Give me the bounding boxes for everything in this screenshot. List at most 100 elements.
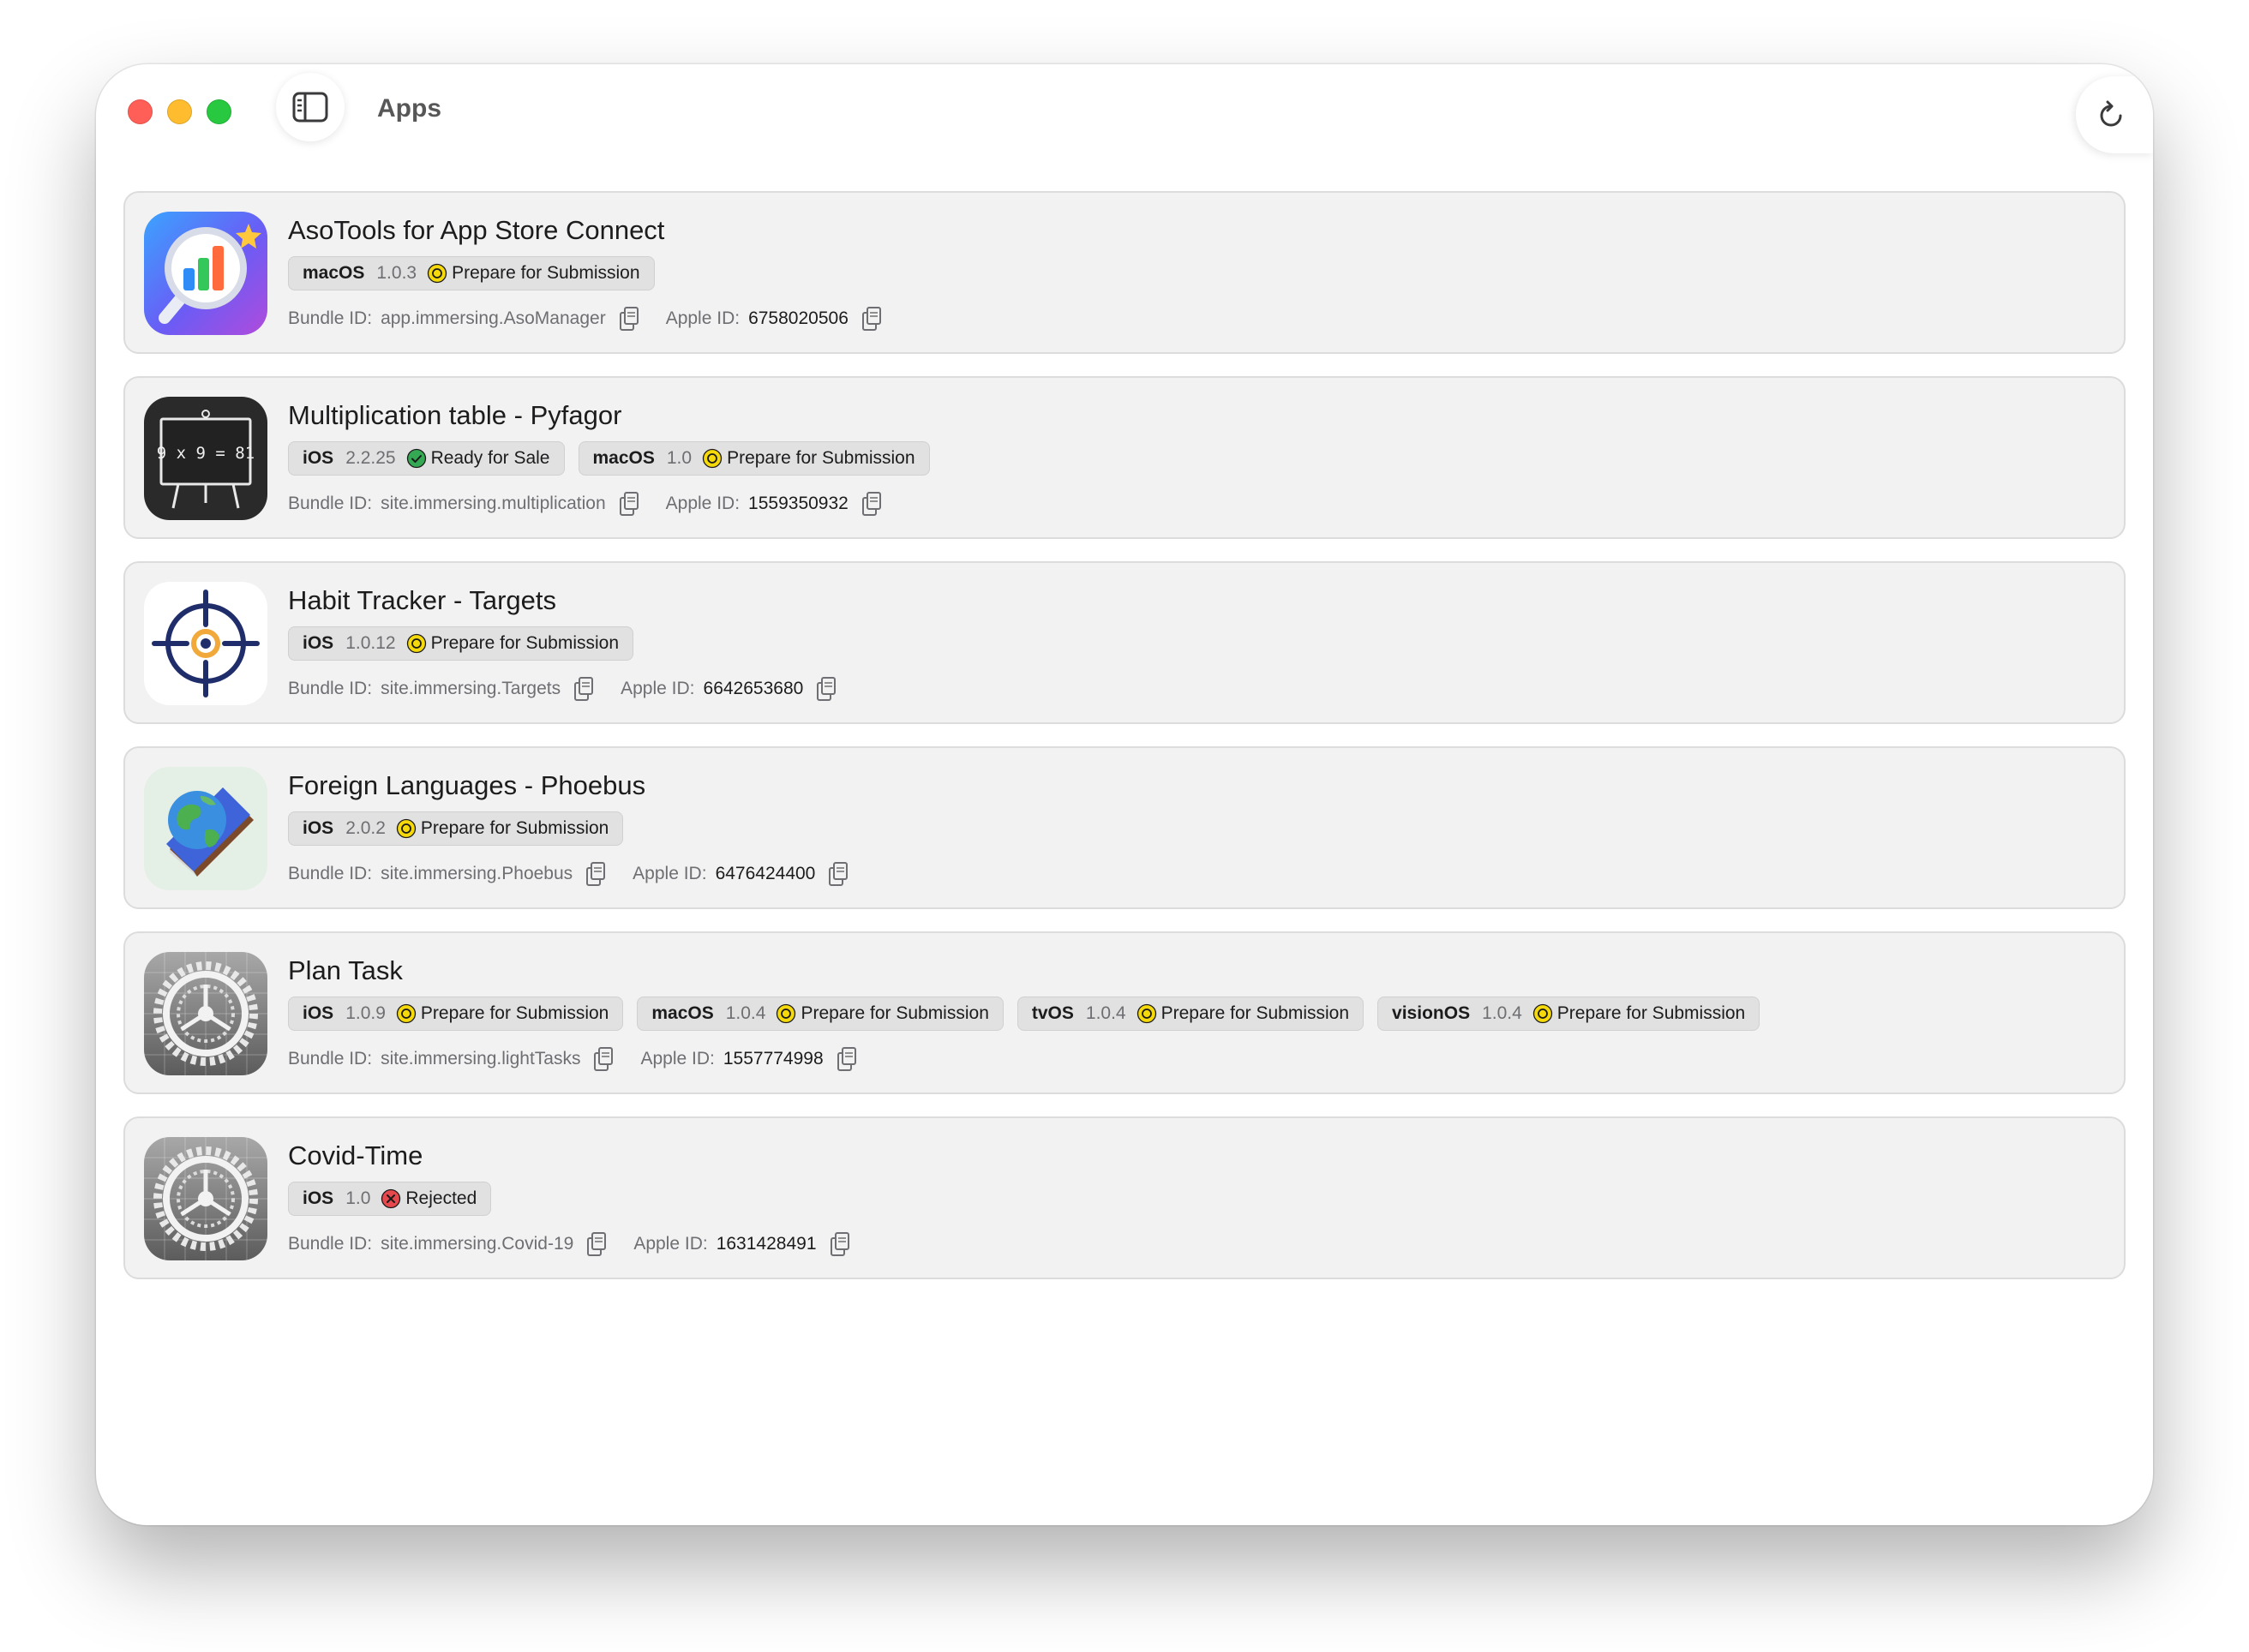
platform-name: iOS (303, 818, 334, 838)
status-label: Rejected (405, 1188, 477, 1208)
copy-apple-id-icon[interactable] (815, 676, 837, 702)
bundle-id-value: site.immersing.Covid-19 (381, 1234, 574, 1254)
platform-name: macOS (651, 1003, 714, 1023)
apple-id-label: Apple ID: (621, 679, 695, 698)
asotools-icon (144, 212, 267, 335)
globe-book-icon (144, 767, 267, 890)
version-label: 1.0.4 (1482, 1003, 1522, 1023)
status-prepare-icon (1532, 1003, 1553, 1024)
bundle-id-value: site.immersing.Phoebus (381, 864, 573, 883)
status-prepare-icon (776, 1003, 796, 1024)
minimize-window-button[interactable] (167, 99, 192, 124)
platform-chip[interactable]: visionOS 1.0.4 Prepare for Submission (1377, 997, 1760, 1031)
platform-list: iOS 1.0 Rejected (288, 1182, 492, 1216)
version-label: 2.0.2 (345, 818, 386, 838)
platform-chip[interactable]: iOS 2.2.25 Ready for Sale (288, 441, 565, 476)
status-prepare-icon (396, 818, 417, 839)
status-rejected-icon (381, 1188, 401, 1209)
platform-list: iOS 1.0.9 Prepare for Submission macOS 1… (288, 997, 1760, 1031)
platform-chip[interactable]: iOS 2.0.2 Prepare for Submission (288, 811, 624, 846)
refresh-button[interactable] (2076, 76, 2153, 153)
apple-id-label: Apple ID: (633, 1234, 708, 1254)
copy-bundle-id-icon[interactable] (573, 676, 595, 702)
status-label: Prepare for Submission (452, 263, 640, 283)
bundle-id-value: site.immersing.lightTasks (381, 1049, 581, 1068)
target-icon (144, 582, 267, 705)
copy-apple-id-icon[interactable] (861, 306, 883, 332)
app-card[interactable]: Foreign Languages - Phoebus iOS 2.0.2 Pr… (123, 746, 2126, 909)
bundle-id-label: Bundle ID: (288, 494, 373, 513)
copy-bundle-id-icon[interactable] (585, 1231, 608, 1257)
apple-id-value: 1631428491 (716, 1234, 817, 1254)
status-prepare-icon (396, 1003, 417, 1024)
copy-bundle-id-icon[interactable] (618, 491, 640, 517)
app-name: Covid-Time (288, 1140, 423, 1170)
apple-id-label: Apple ID: (665, 308, 741, 328)
app-name: Habit Tracker - Targets (288, 585, 556, 615)
version-label: 2.2.25 (345, 448, 396, 468)
apple-id-value: 6758020506 (748, 308, 849, 328)
copy-apple-id-icon[interactable] (836, 1046, 858, 1072)
apple-id-value: 6476424400 (715, 864, 816, 883)
title-bar: Apps (96, 64, 2153, 176)
version-label: 1.0 (345, 1188, 371, 1208)
apple-id-label: Apple ID: (665, 494, 741, 513)
platform-chip[interactable]: iOS 1.0.9 Prepare for Submission (288, 997, 624, 1031)
svg-text:9 x 9 = 81: 9 x 9 = 81 (157, 444, 255, 463)
zoom-window-button[interactable] (207, 99, 231, 124)
platform-list: iOS 2.0.2 Prepare for Submission (288, 811, 624, 846)
app-card[interactable]: 9 x 9 = 81 Multiplication table - Pyfago… (123, 376, 2126, 539)
copy-bundle-id-icon[interactable] (618, 306, 640, 332)
status-ready-icon (406, 448, 427, 469)
status-label: Prepare for Submission (801, 1003, 989, 1023)
app-card[interactable]: AsoTools for App Store Connect macOS 1.0… (123, 191, 2126, 354)
platform-name: macOS (592, 448, 655, 468)
copy-bundle-id-icon[interactable] (592, 1046, 615, 1072)
close-window-button[interactable] (128, 99, 153, 124)
bundle-id-label: Bundle ID: (288, 864, 373, 883)
platform-chip[interactable]: macOS 1.0.4 Prepare for Submission (637, 997, 1004, 1031)
status-label: Prepare for Submission (1556, 1003, 1746, 1023)
copy-bundle-id-icon[interactable] (585, 861, 607, 887)
app-window: Apps AsoTools for App Store Connect macO… (96, 64, 2153, 1525)
platform-list: iOS 1.0.12 Prepare for Submission (288, 626, 634, 661)
app-card[interactable]: Habit Tracker - Targets iOS 1.0.12 Prepa… (123, 561, 2126, 724)
status-label: Prepare for Submission (420, 1003, 609, 1023)
platform-name: iOS (303, 1003, 334, 1023)
app-meta: Bundle ID: site.immersing.lightTasks App… (288, 1046, 858, 1072)
version-label: 1.0.4 (725, 1003, 766, 1023)
status-prepare-icon (406, 633, 427, 654)
app-meta: Bundle ID: site.immersing.Phoebus Apple … (288, 861, 849, 887)
version-label: 1.0.4 (1085, 1003, 1126, 1023)
app-name: AsoTools for App Store Connect (288, 215, 665, 245)
app-list: AsoTools for App Store Connect macOS 1.0… (123, 191, 2126, 1302)
app-card[interactable]: Plan Task iOS 1.0.9 Prepare for Submissi… (123, 931, 2126, 1094)
platform-chip[interactable]: tvOS 1.0.4 Prepare for Submission (1017, 997, 1364, 1031)
apple-id-label: Apple ID: (633, 864, 707, 883)
platform-list: iOS 2.2.25 Ready for Sale macOS 1.0 Prep… (288, 441, 930, 476)
platform-name: iOS (303, 1188, 334, 1208)
platform-chip[interactable]: macOS 1.0.3 Prepare for Submission (288, 256, 655, 290)
sidebar-icon (292, 92, 328, 123)
version-label: 1.0.3 (376, 263, 417, 283)
copy-apple-id-icon[interactable] (829, 1231, 851, 1257)
bundle-id-label: Bundle ID: (288, 308, 373, 328)
platform-name: visionOS (1392, 1003, 1471, 1023)
app-card[interactable]: Covid-Time iOS 1.0 Rejected Bundle ID: s… (123, 1116, 2126, 1279)
platform-name: iOS (303, 633, 334, 653)
status-label: Prepare for Submission (1160, 1003, 1350, 1023)
platform-name: iOS (303, 448, 334, 468)
platform-chip[interactable]: macOS 1.0 Prepare for Submission (578, 441, 930, 476)
copy-apple-id-icon[interactable] (827, 861, 849, 887)
app-meta: Bundle ID: app.immersing.AsoManager Appl… (288, 306, 883, 332)
app-meta: Bundle ID: site.immersing.Covid-19 Apple… (288, 1231, 851, 1257)
version-label: 1.0 (666, 448, 693, 468)
platform-chip[interactable]: iOS 1.0.12 Prepare for Submission (288, 626, 634, 661)
status-label: Prepare for Submission (420, 818, 609, 838)
copy-apple-id-icon[interactable] (861, 491, 883, 517)
page-title: Apps (377, 94, 441, 123)
bundle-id-label: Bundle ID: (288, 679, 373, 698)
version-label: 1.0.12 (345, 633, 396, 653)
sidebar-toggle-button[interactable] (276, 73, 345, 141)
platform-chip[interactable]: iOS 1.0 Rejected (288, 1182, 492, 1216)
